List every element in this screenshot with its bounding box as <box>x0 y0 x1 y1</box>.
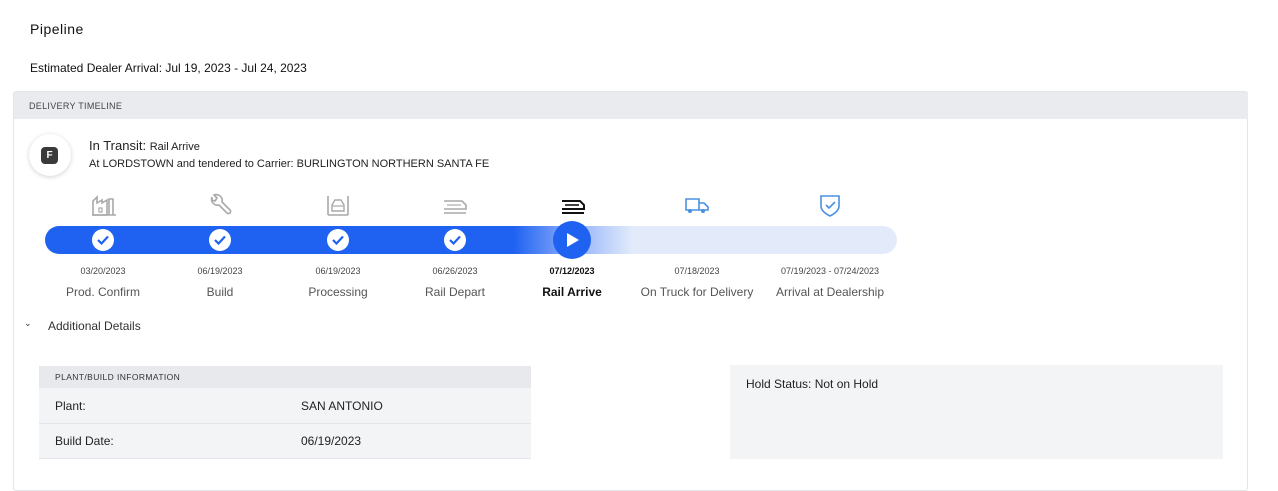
plant-build-title: PLANT/BUILD INFORMATION <box>55 372 181 382</box>
rail-arrive-icon <box>562 200 585 214</box>
hold-status: Hold Status: Not on Hold <box>746 377 879 391</box>
row-divider <box>39 423 531 424</box>
timeline-progress-track <box>45 226 897 254</box>
brand-avatar: F <box>29 134 71 176</box>
estimated-arrival: Estimated Dealer Arrival: Jul 19, 2023 -… <box>30 61 307 75</box>
step-complete-check-icon <box>327 229 349 251</box>
current-step-play-icon <box>553 221 591 259</box>
step-complete-check-icon <box>209 229 231 251</box>
truck-icon <box>685 198 709 213</box>
transit-status-label: In Transit: <box>89 138 147 153</box>
shield-check-icon <box>820 195 840 217</box>
wrench-icon <box>210 193 232 215</box>
vehicle-processing-icon <box>327 196 349 216</box>
transit-status-detail: At LORDSTOWN and tendered to Carrier: BU… <box>89 158 490 170</box>
chevron-down-icon[interactable]: ⌄ <box>24 318 32 329</box>
delivery-timeline-title: DELIVERY TIMELINE <box>29 101 123 111</box>
factory-icon <box>92 195 116 216</box>
step-complete-check-icon <box>444 229 466 251</box>
step-date: 07/12/2023 <box>549 266 595 276</box>
build-date-value: 06/19/2023 <box>301 434 362 448</box>
additional-details-toggle[interactable]: Additional Details <box>48 319 141 333</box>
step-label: Arrival at Dealership <box>775 285 885 299</box>
step-date: 07/18/2023 <box>674 266 720 276</box>
transit-status: In Transit: Rail Arrive <box>89 138 200 153</box>
plant-value: SAN ANTONIO <box>301 399 383 413</box>
brand-badge: F <box>41 147 58 164</box>
transit-status-value: Rail Arrive <box>149 141 200 153</box>
plant-label: Plant: <box>55 399 86 413</box>
build-date-label: Build Date: <box>55 434 114 448</box>
step-complete-check-icon <box>92 229 114 251</box>
page-title: Pipeline <box>30 21 84 37</box>
row-divider <box>39 458 531 459</box>
step-date: 07/19/2023 - 07/24/2023 <box>780 266 880 276</box>
rail-depart-icon <box>444 200 467 214</box>
delivery-timeline-header <box>14 92 1248 119</box>
